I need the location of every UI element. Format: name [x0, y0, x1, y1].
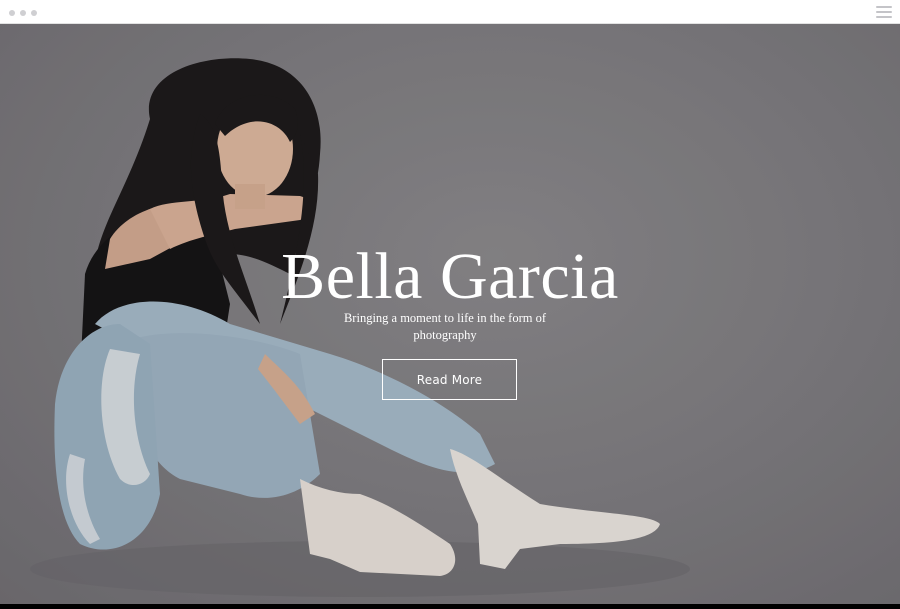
window-dot-icon [20, 10, 26, 16]
hero-title: Bella Garcia [281, 240, 619, 313]
window-dot-icon [9, 10, 15, 16]
window-dot-icon [31, 10, 37, 16]
hero-subtitle: Bringing a moment to life in the form of… [343, 311, 547, 342]
hero-section: Bella Garcia Bringing a moment to life i… [0, 24, 900, 604]
hamburger-menu-icon[interactable] [876, 5, 892, 19]
bottom-edge [0, 604, 900, 609]
window-title-bar [0, 0, 900, 24]
read-more-button[interactable]: Read More [382, 359, 517, 400]
